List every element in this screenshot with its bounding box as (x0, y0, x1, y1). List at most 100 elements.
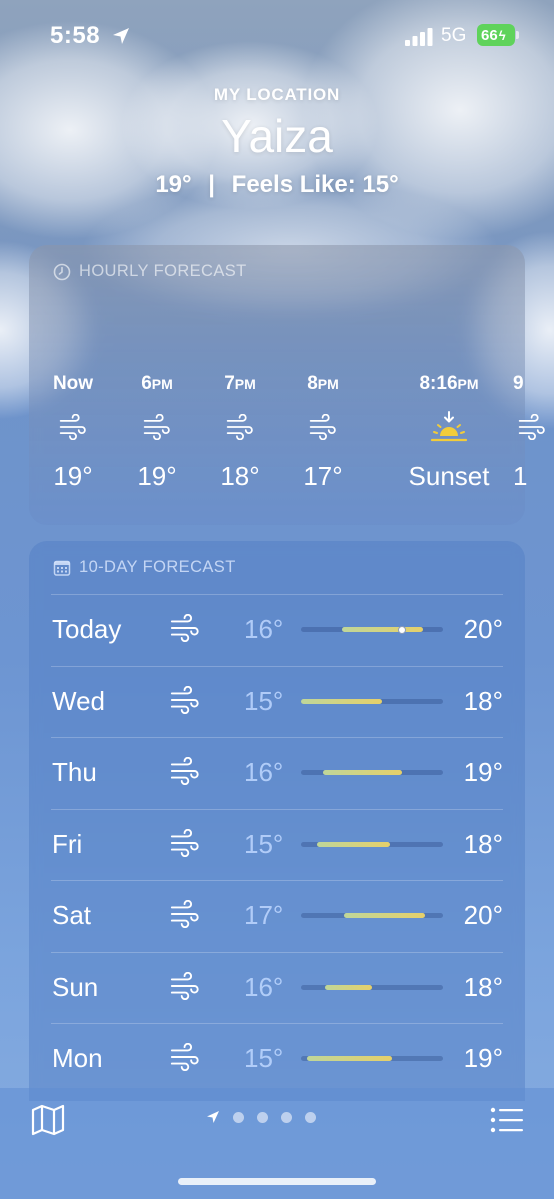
sunset-icon (389, 407, 509, 447)
wind-icon (169, 899, 203, 930)
hourly-time-value: 8:16 (419, 373, 458, 394)
hourly-item[interactable]: Now 19° (33, 373, 113, 492)
location-label: MY LOCATION (213, 85, 341, 104)
city-name: Yaiza (221, 110, 333, 162)
temperature-range-fill (325, 984, 372, 990)
hourly-item[interactable]: 7PM 18° (200, 373, 280, 492)
location-header: MY LOCATION Yaiza 19° | Feels Like: 15° (0, 85, 554, 199)
wind-icon (283, 407, 363, 447)
day-high-temp: 20° (463, 614, 503, 644)
day-row[interactable]: Thu 16° 19° (29, 737, 525, 808)
temperature-range-bar (301, 770, 443, 775)
current-temp-marker (398, 625, 407, 634)
ten-day-forecast-title: 10-DAY FORECAST (79, 558, 236, 576)
hourly-temp: 17° (303, 461, 343, 491)
temperature-range-fill (341, 627, 423, 632)
day-high-temp: 18° (463, 685, 503, 716)
day-name: Sun (52, 971, 99, 1002)
wind-icon (33, 407, 113, 447)
hourly-temp: 18° (220, 461, 260, 491)
hourly-time-ampm: PM (234, 376, 256, 392)
wind-icon (117, 407, 197, 447)
page-dot[interactable] (281, 1111, 292, 1123)
day-name: Sat (52, 900, 92, 930)
hourly-forecast-card[interactable]: HOURLY FORECAST Now 19° 6PM 19° 7PM 18° 8PM… (29, 245, 545, 525)
battery-level: 66 (481, 26, 498, 44)
hourly-time: 7PM (200, 373, 280, 395)
temperature-range-bar (301, 1056, 443, 1061)
page-indicator[interactable] (206, 1110, 316, 1124)
location-page-icon[interactable] (206, 1110, 220, 1124)
page-dot[interactable] (233, 1111, 244, 1123)
wind-icon (169, 613, 203, 644)
hourly-time-value: Now (52, 373, 94, 394)
feels-like: Feels Like: 15° (231, 171, 399, 198)
wind-icon (200, 407, 280, 447)
hourly-time: 8:16PM (389, 373, 509, 395)
day-name: Mon (52, 1043, 103, 1073)
day-low-temp: 17° (244, 900, 284, 930)
day-low-temp: 15° (244, 685, 284, 716)
map-icon[interactable] (30, 1104, 66, 1136)
day-low-temp: 16° (244, 614, 284, 644)
hourly-forecast-title: HOURLY FORECAST (79, 262, 247, 280)
day-row[interactable]: Sun 16° 18° (29, 952, 525, 1023)
current-conditions: 19° | Feels Like: 15° (0, 171, 554, 199)
battery-cap (516, 31, 519, 39)
ten-day-forecast-card[interactable]: 10-DAY FORECAST Today 16° 20° Wed 15° 18° Th… (29, 541, 525, 1101)
hourly-forecast-header: HOURLY FORECAST (53, 262, 247, 281)
cellular-signal-icon (405, 28, 433, 46)
status-bar: 5:58 5G 66 ϟ (0, 0, 554, 70)
hourly-time: Now (33, 373, 113, 395)
hourly-time: 8PM (283, 373, 363, 395)
temperature-range-fill (301, 698, 383, 704)
temperature-range-bar (301, 984, 443, 990)
temperature-range-fill (343, 913, 425, 918)
hourly-time-value: 6 (141, 373, 152, 394)
current-temperature: 19° (155, 171, 192, 198)
temperature-range-bar (301, 841, 443, 847)
day-high-temp: 19° (463, 757, 503, 787)
ten-day-forecast-header: 10-DAY FORECAST (53, 558, 236, 577)
hourly-time-ampm: PM (151, 376, 173, 392)
page-dot[interactable] (305, 1111, 316, 1123)
day-row[interactable]: Sat 17° 20° (29, 880, 525, 951)
temperature-range-fill (317, 841, 391, 847)
hourly-temp: 1 (513, 461, 528, 491)
list-icon[interactable] (490, 1106, 524, 1134)
hourly-time-ampm: PM (457, 376, 479, 392)
page-dots[interactable] (233, 1111, 316, 1123)
day-row[interactable]: Mon 15° 19° (29, 1023, 525, 1094)
hourly-item[interactable]: 8PM 17° (283, 373, 363, 492)
day-low-temp: 15° (244, 828, 284, 859)
hourly-temp: 19° (137, 461, 177, 491)
wind-icon (169, 828, 203, 859)
day-high-temp: 18° (463, 828, 503, 859)
calendar-icon (53, 560, 71, 576)
hourly-temp: 19° (53, 461, 93, 491)
day-high-temp: 20° (463, 900, 503, 930)
page-dot[interactable] (257, 1111, 268, 1123)
hourly-time-ampm: PM (317, 376, 339, 392)
wind-icon (169, 685, 203, 716)
wind-icon (517, 407, 553, 447)
hourly-time: 6PM (117, 373, 197, 395)
hourly-item[interactable]: 6PM 19° (117, 373, 197, 492)
home-indicator[interactable] (178, 1178, 376, 1185)
day-low-temp: 16° (244, 757, 284, 787)
temperature-range-bar (301, 913, 443, 918)
temperature-range-bar (301, 625, 443, 634)
day-name: Wed (52, 685, 105, 716)
day-row[interactable]: Wed 15° 18° (29, 666, 525, 737)
day-row[interactable]: Today 16° 20° (29, 594, 525, 665)
day-name: Thu (52, 757, 97, 787)
day-high-temp: 18° (463, 971, 503, 1002)
day-low-temp: 15° (244, 1043, 284, 1073)
day-low-temp: 16° (244, 971, 284, 1002)
location-arrow-icon (113, 28, 129, 44)
clock: 5:58 (50, 22, 101, 49)
hourly-item[interactable]: 8:16PM Sunset (389, 373, 509, 492)
battery-indicator: 66 ϟ (477, 24, 515, 46)
hourly-item[interactable]: 9 1 (513, 373, 553, 492)
day-row[interactable]: Fri 15° 18° (29, 809, 525, 880)
